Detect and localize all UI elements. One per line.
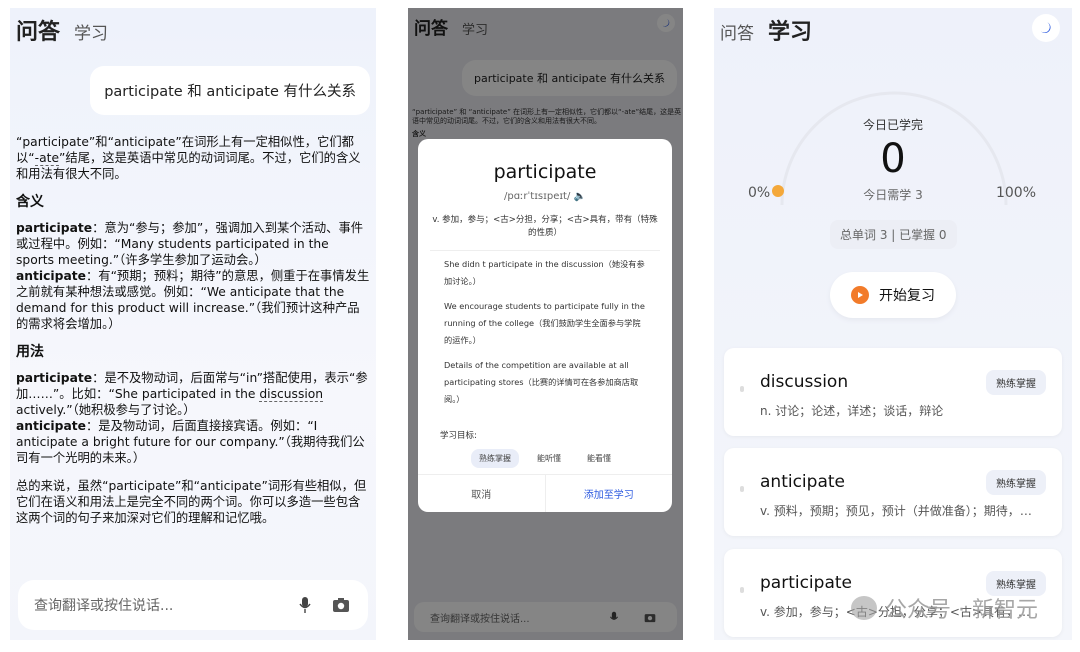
word-card[interactable]: discussion n. 讨论；论述，详述；谈话，辩论 熟练掌握 xyxy=(724,348,1062,436)
word-definition: v. 参加，参与；<古>分担，分享；<古>具有，带有（特殊的性质） xyxy=(432,215,658,238)
wechat-icon xyxy=(851,596,878,620)
tab-qa[interactable]: 问答 xyxy=(16,14,60,46)
start-review-label: 开始复习 xyxy=(879,288,935,304)
modal-actions: 取消 添加至学习 xyxy=(418,474,672,512)
goal-options: 熟练掌握 能听懂 能看懂 xyxy=(418,449,672,468)
add-to-study-button[interactable]: 添加至学习 xyxy=(546,475,673,512)
example-list: She didn t participate in the discussion… xyxy=(430,250,660,411)
moon-icon[interactable] xyxy=(1032,14,1060,42)
word-card-modal: participate /pɑːrˈtɪsɪpeɪt/ 🔈 v. 参加，参与；<… xyxy=(418,139,672,512)
start-review-button[interactable]: 开始复习 xyxy=(830,272,956,318)
word-totals: 总单词 3 | 已掌握 0 xyxy=(830,220,957,249)
usage-anticipate: anticipate：是及物动词，后面直接接宾语。例如：“I anticipat… xyxy=(16,419,365,465)
example-item: Details of the competition are available… xyxy=(444,360,639,404)
camera-icon[interactable] xyxy=(330,594,352,616)
progress-min: 0% xyxy=(748,185,771,201)
example-item: She didn t participate in the discussion… xyxy=(444,259,645,286)
word-title: participate xyxy=(493,161,597,183)
play-icon xyxy=(851,286,869,304)
microphone-icon[interactable] xyxy=(294,594,316,616)
usage-participate: participate：是不及物动词，后面常与“in”搭配使用，表示“参加……”… xyxy=(16,371,368,417)
word-card-word: discussion xyxy=(760,372,849,392)
query-placeholder: 查询翻译或按住说话... xyxy=(34,598,174,614)
example-item: We encourage students to participate ful… xyxy=(444,301,645,345)
goal-option-listen[interactable]: 能听懂 xyxy=(529,449,569,468)
usage-heading: 用法 xyxy=(16,344,44,360)
top-tabs: 问答 学习 xyxy=(720,14,812,46)
word-card-word: participate xyxy=(760,573,852,593)
tab-study[interactable]: 学习 xyxy=(768,14,812,46)
speaker-icon[interactable]: 🔈 xyxy=(574,191,586,202)
watermark: 公众号 · 新智元 xyxy=(851,592,1038,624)
top-tabs: 问答 学习 xyxy=(16,14,108,46)
answer-text: “participate”和“anticipate”在词形上有一定相似性，它们都… xyxy=(16,134,370,526)
discussion-word-link[interactable]: discussion xyxy=(259,387,324,402)
pronunciation: /pɑːrˈtɪsɪpeɪt/ 🔈 xyxy=(503,191,586,202)
mastery-badge: 熟练掌握 xyxy=(986,370,1046,395)
tab-study[interactable]: 学习 xyxy=(74,19,108,44)
meaning-heading: 含义 xyxy=(16,194,44,210)
word-card-meaning: v. 预料，预期；预见，预计（并做准备）；期待，盼望 xyxy=(760,504,1042,518)
query-input[interactable]: 查询翻译或按住说话... xyxy=(18,580,368,630)
word-card-meaning: n. 讨论；论述，详述；谈话，辩论 xyxy=(760,404,944,418)
goal-option-read[interactable]: 能看懂 xyxy=(579,449,619,468)
tab-qa[interactable]: 问答 xyxy=(720,19,754,44)
goal-option-master[interactable]: 熟练掌握 xyxy=(471,449,519,468)
word-card[interactable]: anticipate v. 预料，预期；预见，预计（并做准备）；期待，盼望 熟练… xyxy=(724,448,1062,536)
meaning-participate: participate：意为“参与；参加”，强调加入到某个活动、事件或过程中。例… xyxy=(16,221,364,267)
learned-title: 今日已学完 xyxy=(862,118,923,132)
ate-suffix-link[interactable]: -ate xyxy=(34,151,60,166)
user-question-bubble: participate 和 anticipate 有什么关系 xyxy=(90,66,370,115)
mastery-badge: 熟练掌握 xyxy=(986,470,1046,495)
goal-label: 学习目标: xyxy=(440,431,477,441)
answer-intro: “participate”和“anticipate”在词形上有一定相似性，它们都… xyxy=(16,135,361,181)
word-popup-panel: 问答 学习 participate 和 anticipate 有什么关系 “pa… xyxy=(408,8,683,640)
progress-max: 100% xyxy=(995,185,1036,201)
meaning-anticipate: anticipate：有“预期；预料；期待”的意思，侧重于在事情发生之前就有某种… xyxy=(16,269,370,331)
answer-summary: 总的来说，虽然“participate”和“anticipate”词形有些相似，… xyxy=(16,479,367,525)
chat-panel: 问答 学习 participate 和 anticipate 有什么关系 “pa… xyxy=(10,8,376,640)
progress-dot xyxy=(772,185,784,197)
learned-count: 0 xyxy=(880,136,906,182)
word-card-word: anticipate xyxy=(760,472,845,492)
study-panel: 问答 学习 今日已学完 0 今日需学 3 0% 100% 总单词 3 | 已掌握… xyxy=(714,8,1072,640)
cancel-button[interactable]: 取消 xyxy=(418,475,546,512)
